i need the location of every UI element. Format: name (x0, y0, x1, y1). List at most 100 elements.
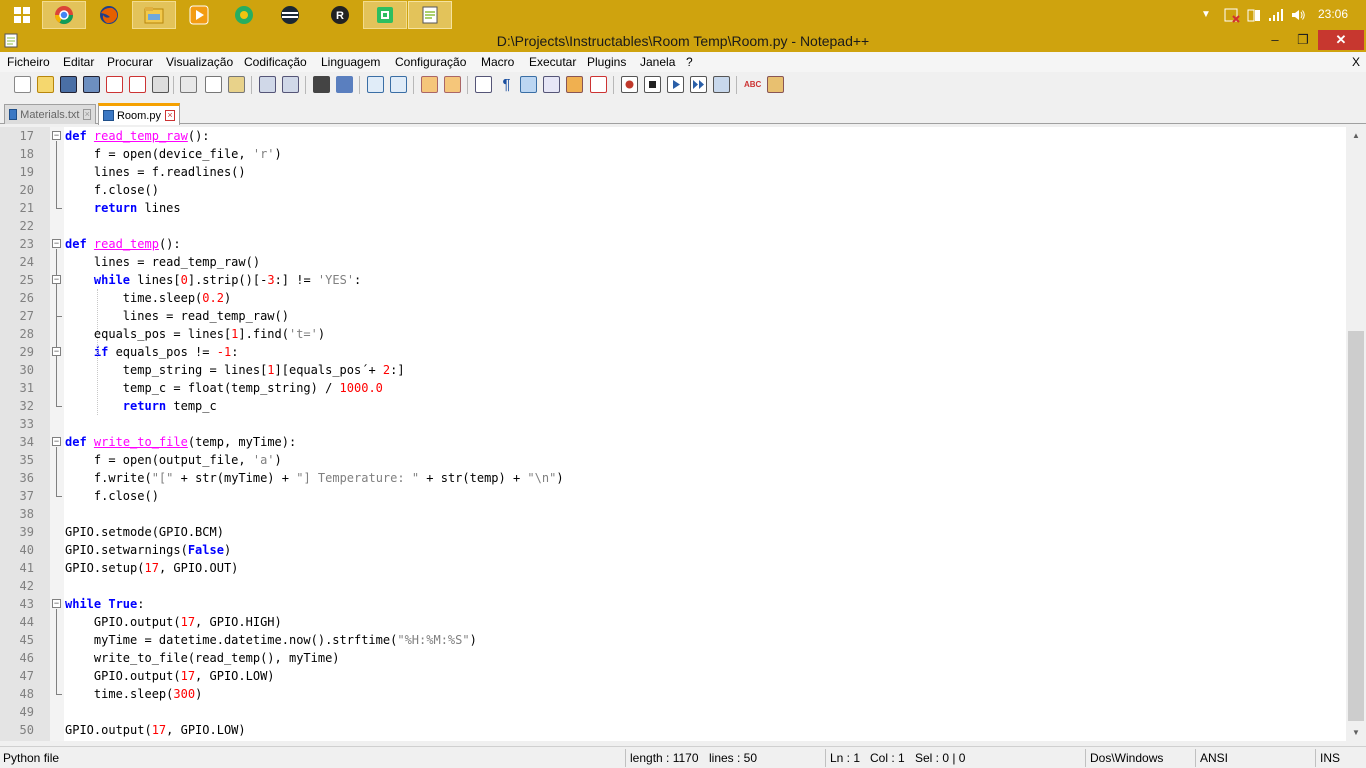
close-button[interactable]: ✕ (1318, 30, 1364, 50)
menu-executar[interactable]: Executar (529, 55, 576, 69)
code-text[interactable]: def read_temp(): (65, 235, 181, 253)
r-app-icon[interactable]: R (318, 1, 362, 29)
code-text[interactable]: temp_string = lines[1][equals_pos´+ 2:] (65, 361, 405, 379)
code-line[interactable]: 45 myTime = datetime.datetime.now().strf… (0, 631, 1346, 649)
code-text[interactable]: f.write("[" + str(myTime) + "] Temperatu… (65, 469, 564, 487)
network-warning-icon[interactable] (1224, 7, 1240, 23)
minimize-button[interactable]: – (1260, 30, 1290, 50)
scroll-down-arrow-icon[interactable]: ▼ (1346, 724, 1366, 741)
zoom-out-icon[interactable] (390, 76, 407, 93)
code-text[interactable]: time.sleep(300) (65, 685, 202, 703)
fold-toggle-icon[interactable]: − (52, 599, 61, 608)
maps-app-icon[interactable] (222, 1, 266, 29)
media-player-icon[interactable] (177, 1, 221, 29)
menu-janela[interactable]: Janela (640, 55, 675, 69)
windows-start-icon[interactable] (0, 1, 44, 29)
code-line[interactable]: 40 GPIO.setwarnings(False) (0, 541, 1346, 559)
code-line[interactable]: 43 while True: (0, 595, 1346, 613)
code-text[interactable]: lines = read_temp_raw() (65, 253, 260, 271)
menu-ficheiro[interactable]: Ficheiro (7, 55, 50, 69)
code-line[interactable]: 46 write_to_file(read_temp(), myTime) (0, 649, 1346, 667)
volume-icon[interactable] (1290, 7, 1306, 23)
code-text[interactable]: GPIO.output(17, GPIO.HIGH) (65, 613, 282, 631)
code-text[interactable]: write_to_file(read_temp(), myTime) (65, 649, 340, 667)
vertical-scrollbar[interactable]: ▲ ▼ (1346, 127, 1366, 741)
firefox-icon[interactable] (87, 1, 131, 29)
code-text[interactable]: def read_temp_raw(): (65, 127, 210, 145)
code-line[interactable]: 27 lines = read_temp_raw() (0, 307, 1346, 325)
code-text[interactable]: GPIO.setwarnings(False) (65, 541, 231, 559)
save-all-icon[interactable] (83, 76, 100, 93)
code-text[interactable]: time.sleep(0.2) (65, 289, 231, 307)
run-macro-multiple-icon[interactable] (690, 76, 707, 93)
save-macro-icon[interactable] (713, 76, 730, 93)
fold-toggle-icon[interactable]: − (52, 131, 61, 140)
find-icon[interactable] (313, 76, 330, 93)
scrollbar-thumb[interactable] (1348, 331, 1364, 721)
code-line[interactable]: 20 f.close() (0, 181, 1346, 199)
code-line[interactable]: 28 equals_pos = lines[1].find('t=') (0, 325, 1346, 343)
plugin-icon[interactable] (767, 76, 784, 93)
code-line[interactable]: 18 f = open(device_file, 'r') (0, 145, 1346, 163)
taskbar-clock[interactable]: 23:06 (1318, 7, 1348, 21)
indent-guide-icon[interactable] (520, 76, 537, 93)
code-line[interactable]: 36 f.write("[" + str(myTime) + "] Temper… (0, 469, 1346, 487)
code-text[interactable]: GPIO.output(17, GPIO.LOW) (65, 667, 275, 685)
scroll-up-arrow-icon[interactable]: ▲ (1346, 127, 1366, 144)
word-wrap-icon[interactable] (475, 76, 492, 93)
code-text[interactable]: f.close() (65, 181, 159, 199)
code-line[interactable]: 23 def read_temp(): (0, 235, 1346, 253)
code-text[interactable]: lines = read_temp_raw() (65, 307, 289, 325)
tab-room-py[interactable]: Room.py × (98, 103, 180, 125)
code-line[interactable]: 41 GPIO.setup(17, GPIO.OUT) (0, 559, 1346, 577)
menu-help[interactable]: ? (686, 55, 693, 69)
code-line[interactable]: 35 f = open(output_file, 'a') (0, 451, 1346, 469)
user-defined-language-icon[interactable] (543, 76, 560, 93)
code-text[interactable]: lines = f.readlines() (65, 163, 246, 181)
code-editor[interactable]: 17 def read_temp_raw(): 18 f = open(device… (0, 127, 1346, 741)
sync-horizontal-icon[interactable] (444, 76, 461, 93)
code-text[interactable]: GPIO.output(17, GPIO.LOW) (65, 721, 246, 739)
code-line[interactable]: 30 temp_string = lines[1][equals_pos´+ 2… (0, 361, 1346, 379)
code-line[interactable]: 31 temp_c = float(temp_string) / 1000.0 (0, 379, 1346, 397)
status-encoding[interactable]: ANSI (1200, 751, 1228, 765)
sync-vertical-icon[interactable] (421, 76, 438, 93)
evernote-icon[interactable] (363, 1, 407, 29)
spell-check-icon[interactable]: ABC (744, 76, 761, 93)
code-text[interactable]: myTime = datetime.datetime.now().strftim… (65, 631, 477, 649)
maximize-button[interactable]: ❐ (1288, 30, 1318, 50)
code-line[interactable]: 19 lines = f.readlines() (0, 163, 1346, 181)
code-line[interactable]: 29 if equals_pos != -1: (0, 343, 1346, 361)
battery-icon[interactable] (1246, 7, 1262, 23)
chevron-up-icon[interactable]: ▼ (1198, 7, 1214, 23)
play-macro-icon[interactable] (667, 76, 684, 93)
code-text[interactable]: GPIO.setup(17, GPIO.OUT) (65, 559, 238, 577)
code-line[interactable]: 26 time.sleep(0.2) (0, 289, 1346, 307)
code-line[interactable]: 33 (0, 415, 1346, 433)
code-line[interactable]: 48 time.sleep(300) (0, 685, 1346, 703)
stop-macro-icon[interactable] (644, 76, 661, 93)
code-line[interactable]: 22 (0, 217, 1346, 235)
fold-toggle-icon[interactable]: − (52, 347, 61, 356)
code-text[interactable]: return temp_c (65, 397, 217, 415)
code-text[interactable]: GPIO.setmode(GPIO.BCM) (65, 523, 224, 541)
fold-toggle-icon[interactable]: − (52, 437, 61, 446)
close-tab-icon[interactable]: × (164, 110, 175, 121)
menu-visualizacao[interactable]: Visualização (166, 55, 233, 69)
menu-linguagem[interactable]: Linguagem (321, 55, 380, 69)
code-text[interactable]: if equals_pos != -1: (65, 343, 239, 361)
menu-macro[interactable]: Macro (481, 55, 514, 69)
fold-toggle-icon[interactable]: − (52, 239, 61, 248)
code-line[interactable]: 25 while lines[0].strip()[-3:] != 'YES': (0, 271, 1346, 289)
code-text[interactable]: equals_pos = lines[1].find('t=') (65, 325, 325, 343)
zoom-in-icon[interactable] (367, 76, 384, 93)
code-text[interactable]: def write_to_file(temp, myTime): (65, 433, 296, 451)
code-line[interactable]: 39 GPIO.setmode(GPIO.BCM) (0, 523, 1346, 541)
chrome-icon[interactable] (42, 1, 86, 29)
open-file-icon[interactable] (37, 76, 54, 93)
menu-plugins[interactable]: Plugins (587, 55, 626, 69)
code-line[interactable]: 47 GPIO.output(17, GPIO.LOW) (0, 667, 1346, 685)
code-line[interactable]: 44 GPIO.output(17, GPIO.HIGH) (0, 613, 1346, 631)
record-macro-icon[interactable] (621, 76, 638, 93)
code-text[interactable]: f = open(output_file, 'a') (65, 451, 282, 469)
